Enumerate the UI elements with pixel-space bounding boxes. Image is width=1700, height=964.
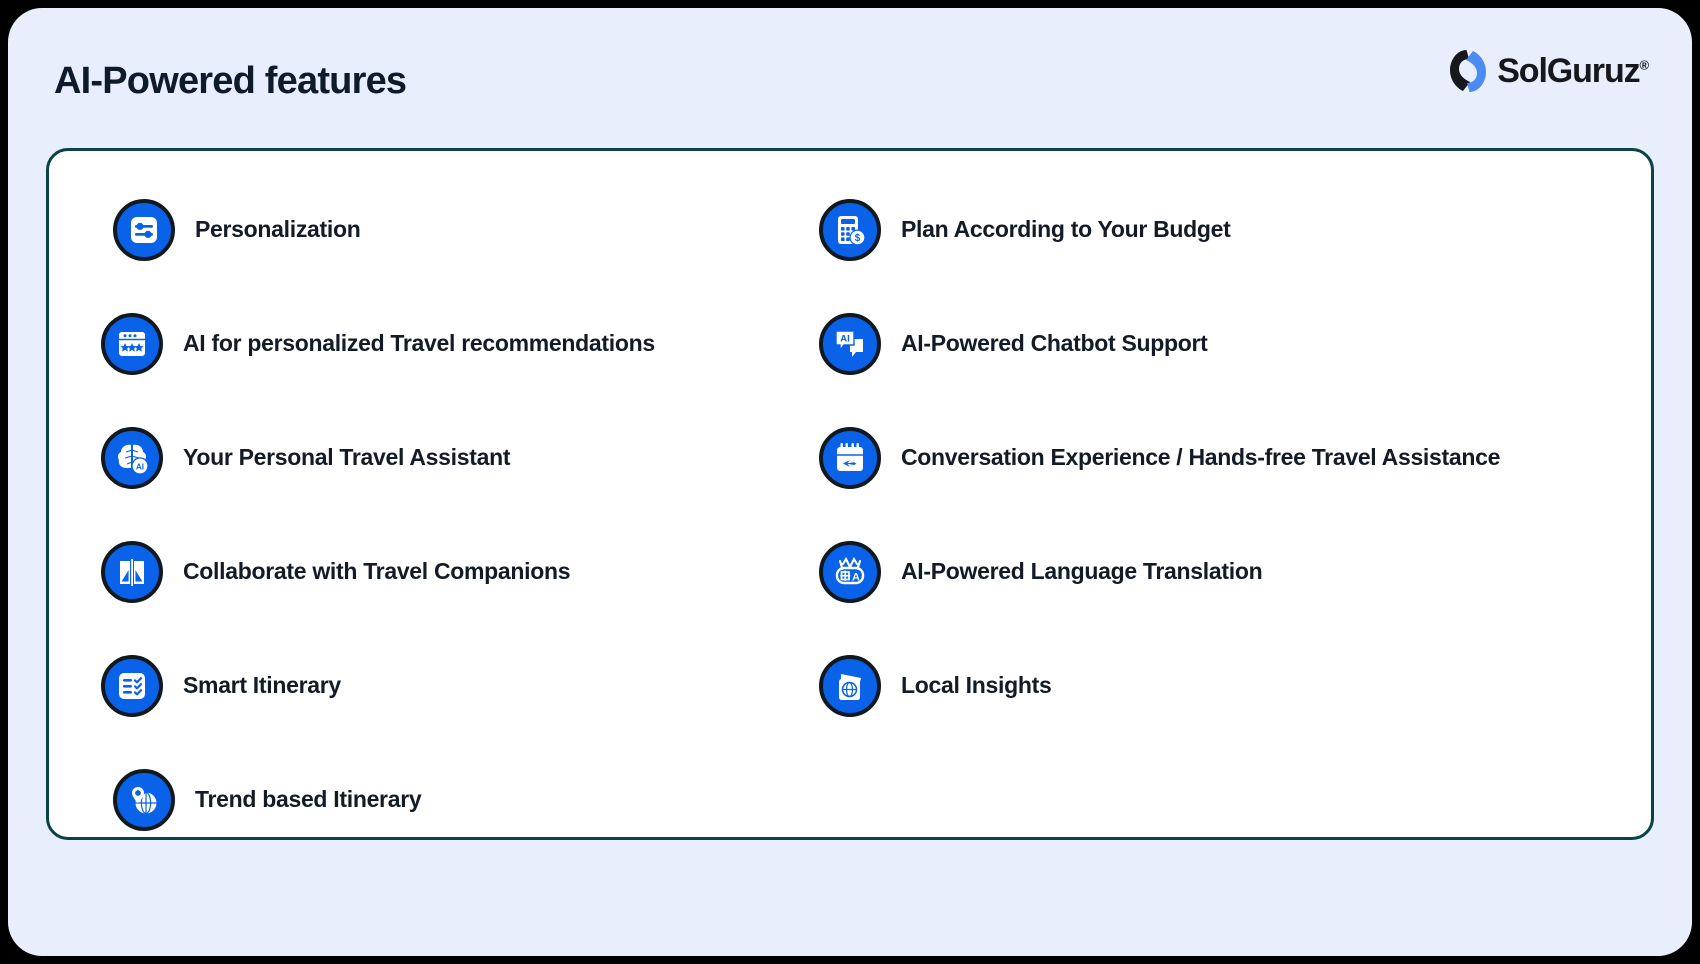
svg-text:A: A — [852, 571, 860, 583]
brand-logo: SolGuruz® — [1446, 48, 1650, 94]
feature-row-left-0[interactable]: Personalization — [113, 173, 821, 287]
brain-ai-icon: AI — [101, 427, 163, 489]
feature-label: Collaborate with Travel Companions — [183, 558, 571, 585]
feature-label: Personalization — [195, 216, 361, 243]
feature-label: Conversation Experience / Hands-free Tra… — [901, 444, 1501, 471]
globe-pin-icon — [113, 769, 175, 831]
features-right-column: $ Plan According to Your Budget AI AI-Power… — [819, 173, 1609, 743]
feature-row-right-0[interactable]: $ Plan According to Your Budget — [819, 173, 1609, 287]
logo-text: SolGuruz® — [1497, 52, 1650, 90]
feature-row-right-4[interactable]: Local Insights — [819, 629, 1609, 743]
header: AI-Powered features SolGuruz® — [8, 8, 1692, 156]
passport-globe-icon — [819, 655, 881, 717]
feature-row-right-3[interactable]: A AI-Powered Language Translation — [819, 515, 1609, 629]
feature-label: AI-Powered Chatbot Support — [901, 330, 1208, 357]
chat-ai-icon: AI — [819, 313, 881, 375]
browser-stars-icon — [101, 313, 163, 375]
robot-translate-icon: A — [819, 541, 881, 603]
sliders-settings-icon — [113, 199, 175, 261]
features-panel: Personalization AI for personalized Trave… — [46, 148, 1654, 840]
svg-text:AI: AI — [840, 334, 850, 345]
svg-text:$: $ — [855, 233, 861, 244]
collaborate-book-icon — [101, 541, 163, 603]
calculator-dollar-icon: $ — [819, 199, 881, 261]
feature-label: Your Personal Travel Assistant — [183, 444, 511, 471]
feature-row-left-3[interactable]: Collaborate with Travel Companions — [101, 515, 821, 629]
svg-text:AI: AI — [136, 463, 144, 472]
page-title: AI-Powered features — [54, 60, 407, 102]
infographic-card: AI-Powered features SolGuruz® Personaliz… — [8, 8, 1692, 956]
solguruz-logo-mark — [1446, 48, 1490, 94]
feature-row-right-1[interactable]: AI AI-Powered Chatbot Support — [819, 287, 1609, 401]
checklist-icon — [101, 655, 163, 717]
registered-mark: ® — [1639, 57, 1650, 73]
feature-label: AI for personalized Travel recommendatio… — [183, 330, 655, 357]
feature-row-left-4[interactable]: Smart Itinerary — [101, 629, 821, 743]
feature-label: Plan According to Your Budget — [901, 216, 1231, 243]
feature-label: Trend based Itinerary — [195, 786, 422, 813]
feature-label: Smart Itinerary — [183, 672, 341, 699]
feature-row-left-1[interactable]: AI for personalized Travel recommendatio… — [101, 287, 821, 401]
feature-label: Local Insights — [901, 672, 1052, 699]
features-left-column: Personalization AI for personalized Trave… — [101, 173, 821, 857]
feature-row-left-2[interactable]: AI Your Personal Travel Assistant — [101, 401, 821, 515]
calendar-plane-icon — [819, 427, 881, 489]
feature-row-left-5[interactable]: Trend based Itinerary — [113, 743, 821, 857]
feature-row-right-2[interactable]: Conversation Experience / Hands-free Tra… — [819, 401, 1609, 515]
logo-wordmark: SolGuruz — [1497, 52, 1640, 90]
feature-label: AI-Powered Language Translation — [901, 558, 1263, 585]
